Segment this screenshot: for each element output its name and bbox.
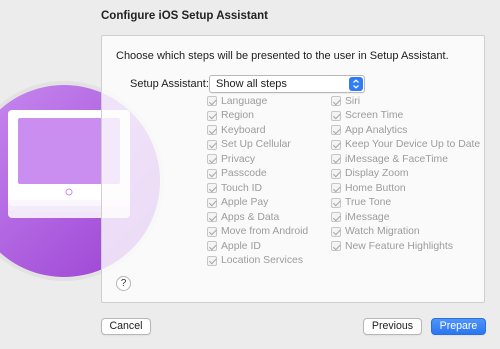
step-item: Keep Your Device Up to Date [331,138,480,153]
step-item: iMessage & FaceTime [331,152,480,167]
step-label: iMessage [345,211,390,223]
step-item: Siri [331,94,480,109]
step-checkbox [207,183,217,194]
step-label: Touch ID [221,182,263,194]
steps-panel: Choose which steps will be presented to … [101,35,485,303]
step-label: Keep Your Device Up to Date [345,139,481,151]
step-label: Language [221,95,268,107]
step-checkbox [331,125,341,136]
step-checkbox [331,110,341,121]
step-label: Apps & Data [221,211,280,223]
step-item: New Feature Highlights [331,239,480,254]
step-item: Apple Pay [207,196,308,211]
step-checkbox [207,226,217,237]
step-checkbox [207,168,217,179]
step-item: iMessage [331,210,480,225]
intro-text: Choose which steps will be presented to … [116,50,449,62]
step-item: Move from Android [207,225,308,240]
step-label: Keyboard [221,124,266,136]
step-checkbox [331,96,341,107]
cancel-button[interactable]: Cancel [101,318,151,335]
step-item: Region [207,109,308,124]
step-label: New Feature Highlights [345,240,453,252]
step-item: Touch ID [207,181,308,196]
select-value: Show all steps [216,78,287,90]
steps-column-1: Language Region Keyboard Set Up Cellular Pri… [207,94,308,268]
setup-assistant-select[interactable]: Show all steps [209,75,365,93]
step-label: App Analytics [345,124,408,136]
dialog-title: Configure iOS Setup Assistant [101,10,268,22]
step-item: Apps & Data [207,210,308,225]
step-checkbox [207,125,217,136]
step-checkbox [331,212,341,223]
step-item: Privacy [207,152,308,167]
previous-button[interactable]: Previous [363,318,422,335]
step-label: Privacy [221,153,256,165]
step-item: Apple ID [207,239,308,254]
step-checkbox [207,197,217,208]
step-item: True Tone [331,196,480,211]
step-checkbox [331,226,341,237]
setup-assistant-label: Setup Assistant: [130,78,209,90]
step-label: Display Zoom [345,168,409,180]
step-checkbox [207,139,217,150]
steps-column-2: Siri Screen Time App Analytics Keep Your De… [331,94,480,254]
step-label: Region [221,110,254,122]
step-label: True Tone [345,197,392,209]
step-checkbox [331,168,341,179]
step-label: Screen Time [345,110,404,122]
step-label: Location Services [221,255,304,267]
step-checkbox [331,183,341,194]
step-item: Passcode [207,167,308,182]
step-checkbox [207,154,217,165]
step-label: Apple ID [221,240,261,252]
step-checkbox [331,154,341,165]
step-checkbox [207,96,217,107]
help-icon[interactable]: ? [116,276,131,291]
step-label: Move from Android [221,226,309,238]
step-label: Home Button [345,182,406,194]
step-item: Display Zoom [331,167,480,182]
step-item: Screen Time [331,109,480,124]
step-checkbox [207,110,217,121]
chevron-up-down-icon[interactable] [349,77,363,91]
step-item: Keyboard [207,123,308,138]
step-label: Set Up Cellular [221,139,291,151]
step-label: Watch Migration [345,226,420,238]
step-item: Language [207,94,308,109]
step-item: Set Up Cellular [207,138,308,153]
step-item: App Analytics [331,123,480,138]
step-checkbox [207,241,217,252]
step-checkbox [207,255,217,266]
step-item: Location Services [207,254,308,269]
step-item: Home Button [331,181,480,196]
step-checkbox [331,139,341,150]
step-checkbox [331,241,341,252]
step-item: Watch Migration [331,225,480,240]
step-checkbox [207,212,217,223]
step-label: iMessage & FaceTime [345,153,448,165]
prepare-button[interactable]: Prepare [431,318,486,335]
step-label: Passcode [221,168,267,180]
step-label: Siri [345,95,361,107]
step-label: Apple Pay [221,197,269,209]
step-checkbox [331,197,341,208]
